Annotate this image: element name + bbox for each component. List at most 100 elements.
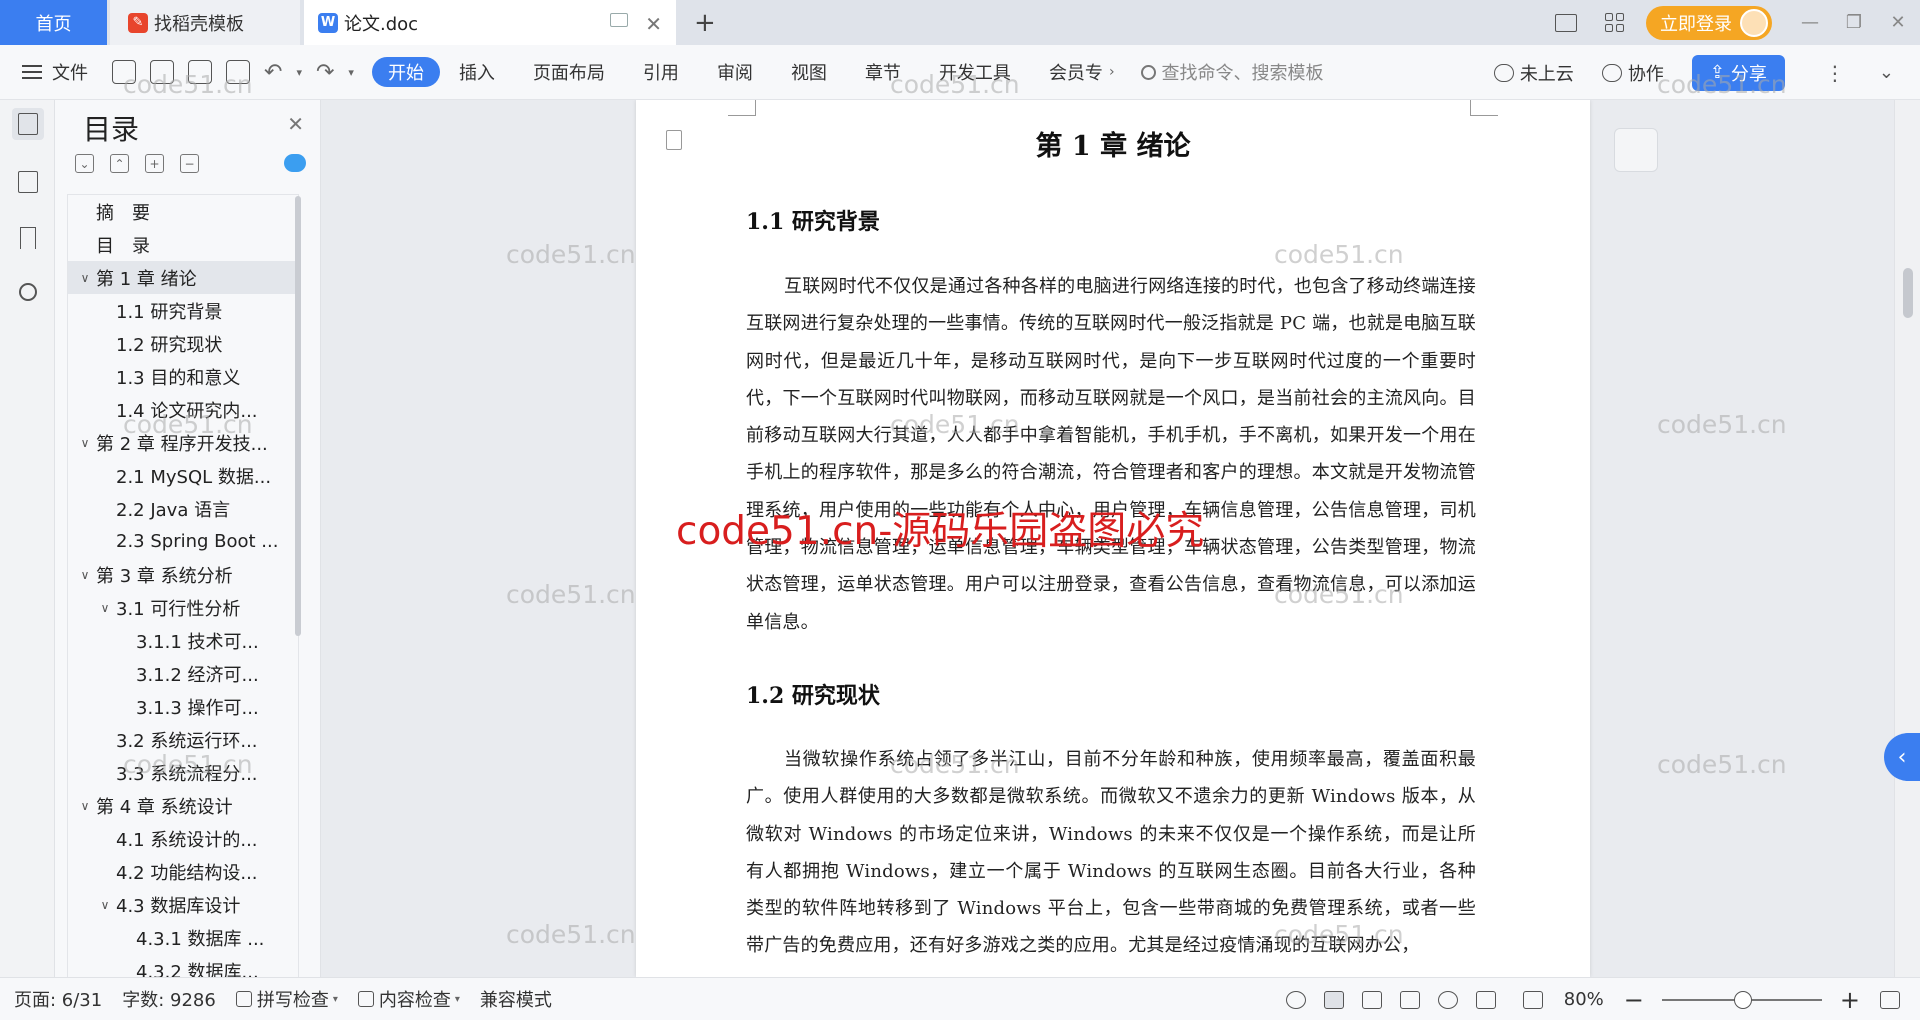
chevron-down-icon[interactable]: ∨ bbox=[94, 601, 116, 615]
close-tab-icon[interactable]: ✕ bbox=[645, 12, 662, 36]
toc-item-label: 目 录 bbox=[96, 235, 150, 257]
tab-document[interactable]: W 论文.doc ✕ bbox=[304, 0, 676, 45]
command-search[interactable]: 查找命令、搜索模板 bbox=[1140, 59, 1324, 85]
collapse-all-icon[interactable]: ⌄ bbox=[75, 154, 94, 173]
export-icon[interactable] bbox=[150, 60, 174, 84]
ai-toc-icon[interactable] bbox=[284, 154, 306, 172]
reading-layout-icon[interactable] bbox=[1555, 13, 1577, 32]
ribbon-tab-home[interactable]: 开始 bbox=[371, 57, 440, 87]
float-panel-button[interactable] bbox=[1614, 128, 1658, 172]
zoom-slider-knob[interactable] bbox=[1733, 990, 1752, 1009]
ribbon-tab-member[interactable]: 会员专 bbox=[1030, 57, 1109, 87]
find-panel-button[interactable] bbox=[12, 276, 44, 308]
file-menu[interactable]: 文件 bbox=[22, 59, 88, 85]
redo-icon[interactable]: ↷ bbox=[316, 60, 334, 85]
ribbon-tab-layout[interactable]: 页面布局 bbox=[514, 57, 624, 87]
fullscreen-icon[interactable] bbox=[1880, 990, 1900, 1009]
ribbon-tab-section[interactable]: 章节 bbox=[846, 57, 920, 87]
chevron-down-icon[interactable]: ∨ bbox=[74, 436, 96, 450]
toc-item[interactable]: 4.3.2 数据库... bbox=[68, 954, 298, 978]
collab-button[interactable]: 协作 bbox=[1601, 60, 1664, 86]
apps-grid-icon[interactable] bbox=[1605, 13, 1624, 32]
close-window-icon[interactable]: ✕ bbox=[1876, 12, 1920, 33]
toc-item[interactable]: ∨ 3.1 可行性分析 bbox=[68, 591, 298, 624]
undo-icon[interactable]: ↶ bbox=[264, 60, 282, 85]
scroll-thumb[interactable] bbox=[1903, 268, 1913, 318]
tab-template[interactable]: ✎ 找稻壳模板 bbox=[110, 0, 300, 45]
ribbon-tab-references[interactable]: 引用 bbox=[624, 57, 698, 87]
toc-item[interactable]: 3.3 系统流程分... bbox=[68, 756, 298, 789]
toc-item-label: 3.1.2 经济可... bbox=[136, 664, 259, 686]
chevron-down-icon[interactable]: ∨ bbox=[74, 568, 96, 582]
reading-view-icon[interactable] bbox=[1399, 990, 1420, 1009]
undo-dropdown-icon[interactable]: ▾ bbox=[296, 66, 302, 79]
tab-home[interactable]: 首页 bbox=[0, 0, 107, 45]
ribbon-tab-view[interactable]: 视图 bbox=[772, 57, 846, 87]
page-indicator[interactable]: 页面: 6/31 bbox=[14, 986, 102, 1012]
toc-item[interactable]: 2.3 Spring Boot ... bbox=[68, 525, 298, 558]
page-view-icon[interactable] bbox=[1323, 990, 1344, 1009]
zoom-slider[interactable] bbox=[1661, 990, 1822, 1009]
add-heading-icon[interactable]: + bbox=[145, 154, 164, 173]
spell-check-button[interactable]: 拼写检查 ▾ bbox=[235, 986, 338, 1012]
login-button[interactable]: 立即登录 bbox=[1646, 5, 1772, 40]
toc-panel-button[interactable] bbox=[12, 108, 44, 140]
chevron-down-icon[interactable]: ∨ bbox=[74, 799, 96, 813]
restore-icon[interactable]: ❐ bbox=[1832, 12, 1876, 33]
toc-item[interactable]: 1.1 研究背景 bbox=[68, 294, 298, 327]
toc-item[interactable]: 1.2 研究现状 bbox=[68, 327, 298, 360]
web-view-icon[interactable] bbox=[1437, 990, 1458, 1009]
toc-scrollbar[interactable] bbox=[295, 196, 301, 636]
tab-window-icon[interactable] bbox=[610, 13, 628, 27]
outline-view-icon[interactable] bbox=[1361, 990, 1382, 1009]
zoom-level[interactable]: 80% bbox=[1564, 989, 1604, 1010]
toc-item[interactable]: 3.1.2 经济可... bbox=[68, 657, 298, 690]
toc-item[interactable]: 1.4 论文研究内... bbox=[68, 393, 298, 426]
zoom-out-button[interactable]: − bbox=[1624, 986, 1644, 1014]
pen-icon[interactable] bbox=[1475, 990, 1496, 1009]
toc-item[interactable]: 2.2 Java 语言 bbox=[68, 492, 298, 525]
ribbon-tab-review[interactable]: 审阅 bbox=[698, 57, 772, 87]
share-button[interactable]: ⇪ 分享 bbox=[1691, 54, 1785, 91]
remove-heading-icon[interactable]: − bbox=[180, 154, 199, 173]
chevron-down-icon[interactable]: ∨ bbox=[74, 271, 96, 285]
toc-item[interactable]: ∨ 第 1 章 绪论 bbox=[68, 261, 298, 294]
ribbon-tab-developer[interactable]: 开发工具 bbox=[920, 57, 1030, 87]
nav-panel-button[interactable] bbox=[12, 166, 44, 198]
minimize-icon[interactable]: — bbox=[1788, 12, 1832, 33]
toc-item[interactable]: ∨ 4.3 数据库设计 bbox=[68, 888, 298, 921]
more-options-icon[interactable]: ⋮ bbox=[1825, 61, 1845, 85]
toc-item[interactable]: ∨ 第 2 章 程序开发技... bbox=[68, 426, 298, 459]
toc-item[interactable]: 3.1.3 操作可... bbox=[68, 690, 298, 723]
content-check-button[interactable]: 内容检查 ▾ bbox=[357, 986, 460, 1012]
ribbon-more-icon[interactable]: › bbox=[1109, 64, 1115, 80]
save-icon[interactable] bbox=[112, 60, 136, 84]
customize-dropdown-icon[interactable]: ▾ bbox=[348, 66, 354, 79]
vertical-scrollbar[interactable] bbox=[1894, 100, 1920, 977]
ribbon-tab-insert[interactable]: 插入 bbox=[440, 57, 514, 87]
chevron-down-icon[interactable]: ∨ bbox=[94, 898, 116, 912]
fit-page-icon[interactable] bbox=[1522, 990, 1543, 1009]
print-icon[interactable] bbox=[188, 60, 212, 84]
zoom-in-button[interactable]: + bbox=[1840, 986, 1860, 1014]
cloud-status[interactable]: 未上云 bbox=[1493, 60, 1574, 86]
expand-up-icon[interactable]: ⌃ bbox=[110, 154, 129, 173]
bookmark-panel-button[interactable] bbox=[12, 222, 44, 254]
toc-item[interactable]: 2.1 MySQL 数据... bbox=[68, 459, 298, 492]
toc-item[interactable]: 3.2 系统运行环... bbox=[68, 723, 298, 756]
close-icon[interactable]: ✕ bbox=[287, 112, 304, 136]
word-count[interactable]: 字数: 9286 bbox=[122, 986, 216, 1012]
toc-item[interactable]: 目 录 bbox=[68, 228, 298, 261]
toc-item[interactable]: 1.3 目的和意义 bbox=[68, 360, 298, 393]
collapse-ribbon-icon[interactable]: ⌄ bbox=[1879, 62, 1894, 83]
toc-item[interactable]: ∨ 第 3 章 系统分析 bbox=[68, 558, 298, 591]
eye-protect-icon[interactable] bbox=[1285, 990, 1306, 1009]
toc-item[interactable]: 4.3.1 数据库 ... bbox=[68, 921, 298, 954]
new-tab-button[interactable]: + bbox=[694, 8, 716, 38]
toc-item[interactable]: 4.1 系统设计的... bbox=[68, 822, 298, 855]
toc-item[interactable]: 4.2 功能结构设... bbox=[68, 855, 298, 888]
toc-item[interactable]: 3.1.1 技术可... bbox=[68, 624, 298, 657]
toc-item[interactable]: 摘 要 bbox=[68, 195, 298, 228]
toc-item[interactable]: ∨ 第 4 章 系统设计 bbox=[68, 789, 298, 822]
print-preview-icon[interactable] bbox=[226, 60, 250, 84]
